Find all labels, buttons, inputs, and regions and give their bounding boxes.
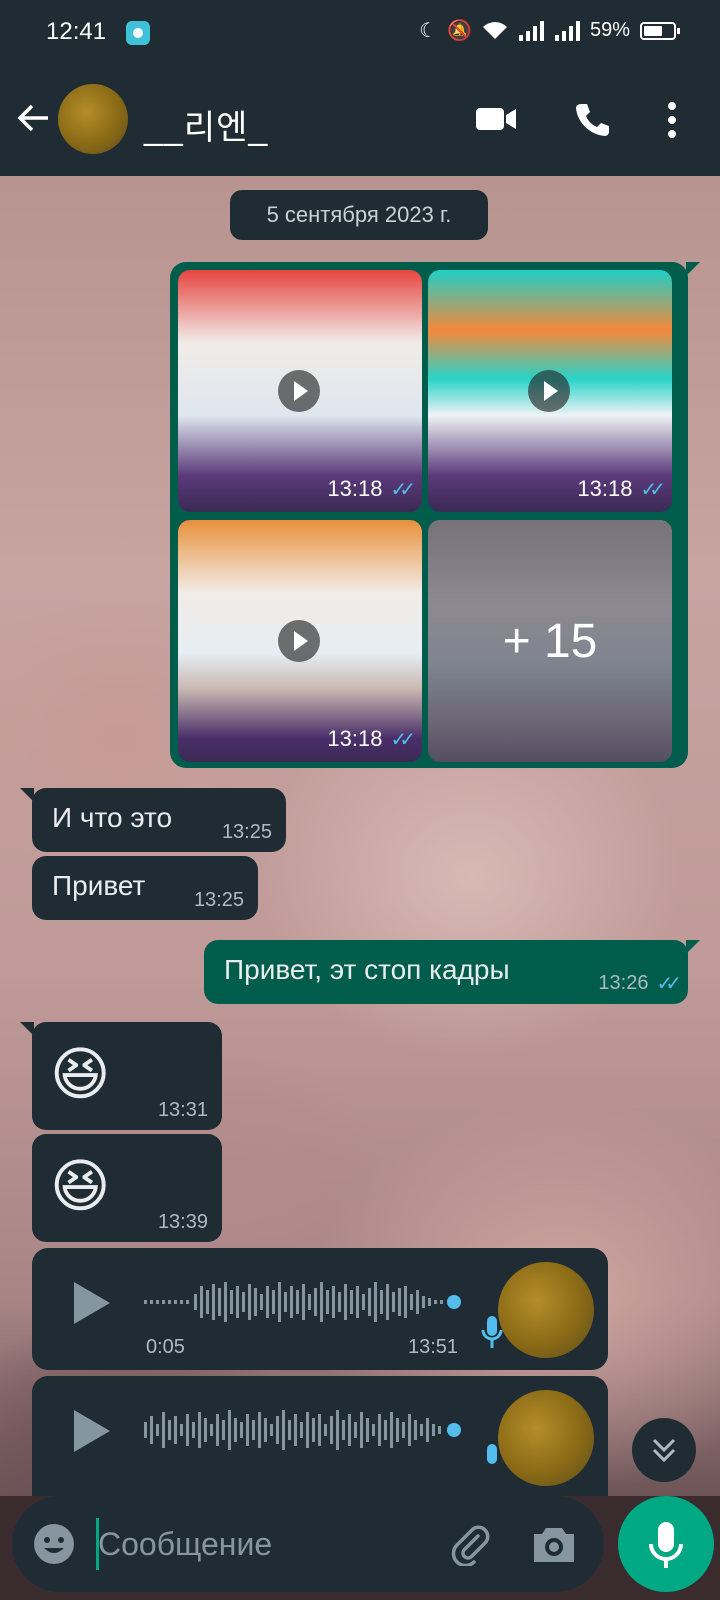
voice-record-button[interactable] xyxy=(618,1496,714,1592)
wifi-icon xyxy=(482,21,507,39)
media-group-bubble: 13:18 ✓✓ 13:18 ✓✓ 13:18 ✓✓ + 15 xyxy=(170,262,700,768)
video-thumbnail[interactable]: 13:18 ✓✓ xyxy=(428,270,672,512)
read-ticks-icon: ✓✓ xyxy=(390,728,415,751)
camera-icon[interactable] xyxy=(530,1522,578,1566)
media-time: 13:18 xyxy=(577,476,633,501)
message-time: 13:51 xyxy=(408,1336,459,1358)
app-notification-icon xyxy=(126,21,150,45)
video-thumbnail[interactable]: 13:18 ✓✓ xyxy=(178,520,422,762)
video-thumbnail[interactable]: 13:18 ✓✓ xyxy=(178,270,422,512)
voice-message-bubble[interactable] xyxy=(32,1376,608,1496)
message-time: 13:25 xyxy=(193,889,244,911)
play-icon xyxy=(528,370,570,412)
message-time: 13:26 xyxy=(598,972,649,994)
date-separator: 5 сентября 2023 г. xyxy=(230,190,488,240)
battery-icon xyxy=(640,21,680,40)
voice-duration: 0:05 xyxy=(146,1336,185,1358)
message-input-container xyxy=(12,1496,604,1592)
waveform[interactable] xyxy=(144,1402,498,1458)
scroll-to-bottom-button[interactable] xyxy=(632,1418,696,1482)
message-text: Привет xyxy=(52,870,146,901)
play-icon[interactable] xyxy=(74,1410,110,1452)
mic-icon xyxy=(487,1444,497,1464)
message-text: Привет, эт стоп кадры xyxy=(224,954,510,985)
message-text: И что это xyxy=(52,802,173,833)
more-media-count: + 15 xyxy=(428,520,672,762)
sender-avatar xyxy=(498,1390,594,1486)
chat-area[interactable]: 5 сентября 2023 г. 13:18 ✓✓ 13:18 ✓✓ 13:18… xyxy=(0,176,720,1496)
play-icon xyxy=(278,620,320,662)
status-icons: ☾ 🔕 59% xyxy=(419,18,680,43)
message-time: 13:39 xyxy=(157,1211,208,1233)
status-time: 12:41 xyxy=(46,18,107,45)
back-arrow-icon[interactable] xyxy=(14,98,54,138)
media-time: 13:18 xyxy=(327,476,383,501)
signal-icon xyxy=(518,20,544,41)
waveform[interactable] xyxy=(144,1274,498,1330)
read-ticks-icon: ✓✓ xyxy=(390,478,415,501)
moon-icon: ☾ xyxy=(419,20,438,42)
emoji-message-bubble[interactable]: 😆 13:39 xyxy=(32,1134,222,1242)
message-bubble-incoming[interactable]: И что это 13:25 xyxy=(20,788,286,852)
message-bubble-incoming[interactable]: Привет 13:25 xyxy=(32,856,258,920)
message-time: 13:31 xyxy=(157,1099,208,1121)
mic-icon xyxy=(481,1316,503,1348)
signal-2-icon xyxy=(554,20,580,41)
voice-message-bubble[interactable]: 0:05 13:51 xyxy=(32,1248,608,1370)
emoji-grinning-squinting: 😆 xyxy=(50,1042,111,1107)
message-time: 13:25 xyxy=(221,821,272,843)
emoji-icon[interactable] xyxy=(32,1522,76,1566)
battery-percent: 59% xyxy=(589,19,630,41)
mic-icon xyxy=(649,1522,683,1568)
emoji-grinning-squinting: 😆 xyxy=(50,1154,111,1219)
message-input[interactable] xyxy=(98,1518,428,1570)
status-bar: 12:41 ☾ 🔕 59% xyxy=(0,0,720,64)
message-bubble-outgoing[interactable]: Привет, эт стоп кадры 13:26 ✓✓ xyxy=(204,940,700,1004)
more-media-tile[interactable]: + 15 xyxy=(428,520,672,762)
chevron-down-icon xyxy=(652,1438,676,1463)
read-ticks-icon: ✓✓ xyxy=(640,478,665,501)
contact-avatar[interactable] xyxy=(58,84,128,154)
play-icon[interactable] xyxy=(74,1282,110,1324)
mute-bell-icon: 🔕 xyxy=(447,20,472,42)
sender-avatar xyxy=(498,1262,594,1358)
more-vert-icon[interactable] xyxy=(662,100,682,140)
read-ticks-icon: ✓✓ xyxy=(656,973,681,995)
compose-bar xyxy=(0,1496,720,1600)
contact-name[interactable]: __리엔_ xyxy=(144,100,268,149)
emoji-message-bubble[interactable]: 😆 13:31 xyxy=(20,1022,222,1130)
play-icon xyxy=(278,370,320,412)
media-time: 13:18 xyxy=(327,726,383,751)
phone-icon[interactable] xyxy=(572,100,612,140)
chat-header: __리엔_ xyxy=(0,64,720,176)
video-call-icon[interactable] xyxy=(474,102,518,136)
attach-icon[interactable] xyxy=(448,1522,492,1566)
